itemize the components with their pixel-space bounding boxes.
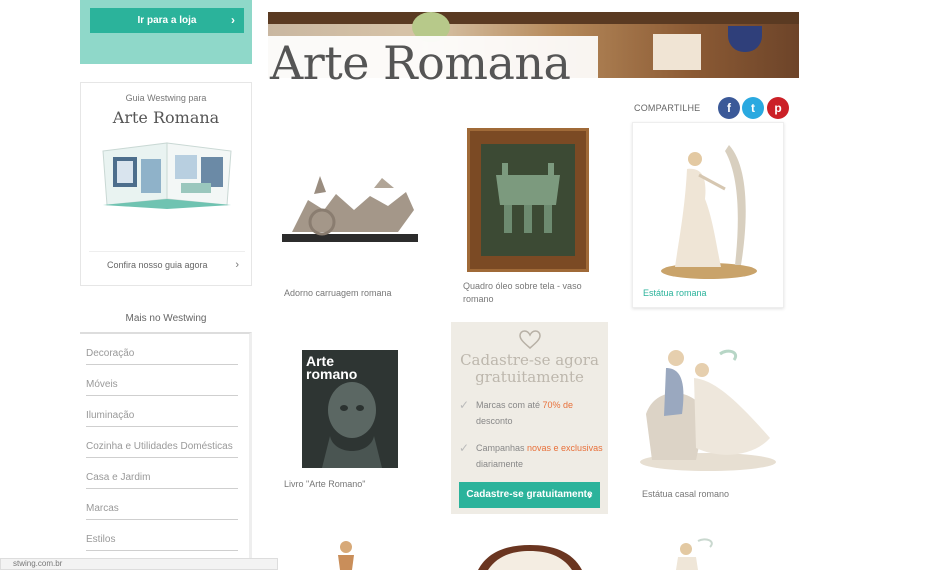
more-item-iluminacao[interactable]: Iluminação — [86, 396, 238, 427]
guide-link[interactable]: Confira nosso guia agora › — [89, 251, 245, 277]
heart-icon — [519, 330, 541, 349]
benefit-highlight: novas e exclusivas — [527, 443, 603, 453]
pinterest-icon[interactable]: p — [767, 97, 789, 119]
product-caption: Estátua romana — [643, 288, 707, 298]
product-caption: Quadro óleo sobre tela - vaso romano — [463, 281, 582, 304]
product-image-peek-statue — [676, 538, 713, 570]
benefit-highlight: 70% de — [542, 400, 574, 410]
more-westwing-list: Decoração Móveis Iluminação Cozinha e Ut… — [80, 332, 252, 570]
more-item-decoracao[interactable]: Decoração — [86, 334, 238, 365]
benefit-text: Marcas com até — [476, 400, 543, 410]
product-card-painting[interactable]: Quadro óleo sobre tela - vaso romano — [449, 122, 609, 312]
go-to-store-button[interactable]: Ir para a loja › — [90, 8, 244, 33]
product-card-book[interactable]: Arte romano Livro "Arte Romano" — [268, 322, 428, 516]
more-item-cozinha[interactable]: Cozinha e Utilidades Domésticas — [86, 427, 238, 458]
product-card-couple-statue[interactable]: Estátua casal romano — [628, 322, 788, 516]
share-label: COMPARTILHE — [634, 103, 701, 113]
signup-benefit-discount: ✓ Marcas com até 70% de desconto — [459, 397, 604, 429]
facebook-icon[interactable]: f — [718, 97, 740, 119]
guide-pretitle: Guia Westwing para — [125, 93, 207, 103]
guide-title: Arte Romana — [112, 108, 220, 127]
signup-title: Cadastre-se agora gratuitamente — [460, 351, 599, 386]
product-card-statue[interactable]: Estátua romana — [632, 122, 784, 308]
product-image-couple-statue — [640, 349, 776, 471]
go-to-store-label: Ir para a loja — [137, 15, 197, 26]
product-card-chariot[interactable]: Adorno carruagem romana — [268, 122, 428, 312]
signup-box: Cadastre-se agora gratuitamente ✓ Marcas… — [451, 322, 608, 514]
benefit-text: desconto — [476, 416, 513, 426]
product-image-book: Arte romano — [302, 350, 398, 468]
guide-link-label: Confira nosso guia agora — [107, 260, 208, 270]
browser-status-bar: stwing.com.br — [0, 558, 278, 570]
hero-box — [653, 34, 701, 70]
more-item-marcas[interactable]: Marcas — [86, 489, 238, 520]
signup-benefit-campaigns: ✓ Campanhas novas e exclusivas diariamen… — [459, 440, 604, 472]
product-image-peek-figure — [338, 541, 354, 570]
chevron-right-icon: › — [231, 13, 235, 27]
hero-cup — [728, 26, 762, 52]
product-caption: Estátua casal romano — [642, 489, 730, 499]
benefit-text: Campanhas — [476, 443, 528, 453]
guide-card[interactable]: Guia Westwing para Arte Romana Confira n… — [80, 82, 252, 286]
twitter-icon[interactable]: t — [742, 97, 764, 119]
guide-book-image — [102, 142, 232, 209]
chevron-right-icon: › — [235, 259, 239, 271]
benefit-text: diariamente — [476, 459, 524, 469]
signup-button-label: Cadastre-se gratuitamente — [466, 489, 593, 500]
chevron-right-icon: › — [588, 488, 592, 502]
more-item-casa-jardim[interactable]: Casa e Jardim — [86, 458, 238, 489]
signup-button[interactable]: Cadastre-se gratuitamente › — [459, 482, 600, 508]
check-icon: ✓ — [459, 398, 470, 412]
check-icon: ✓ — [459, 441, 470, 455]
product-image-painting — [467, 128, 589, 272]
product-image-peek-clock — [478, 545, 582, 570]
product-caption: Adorno carruagem romana — [284, 288, 392, 298]
more-item-moveis[interactable]: Móveis — [86, 365, 238, 396]
more-item-estilos[interactable]: Estilos — [86, 520, 238, 551]
more-westwing-title: Mais no Westwing — [125, 313, 207, 324]
product-caption: Livro "Arte Romano" — [284, 479, 366, 489]
hero-shelf — [268, 12, 799, 24]
product-image-statue — [661, 145, 757, 279]
product-image-chariot — [282, 176, 418, 242]
page-title: Arte Romana — [270, 36, 571, 90]
